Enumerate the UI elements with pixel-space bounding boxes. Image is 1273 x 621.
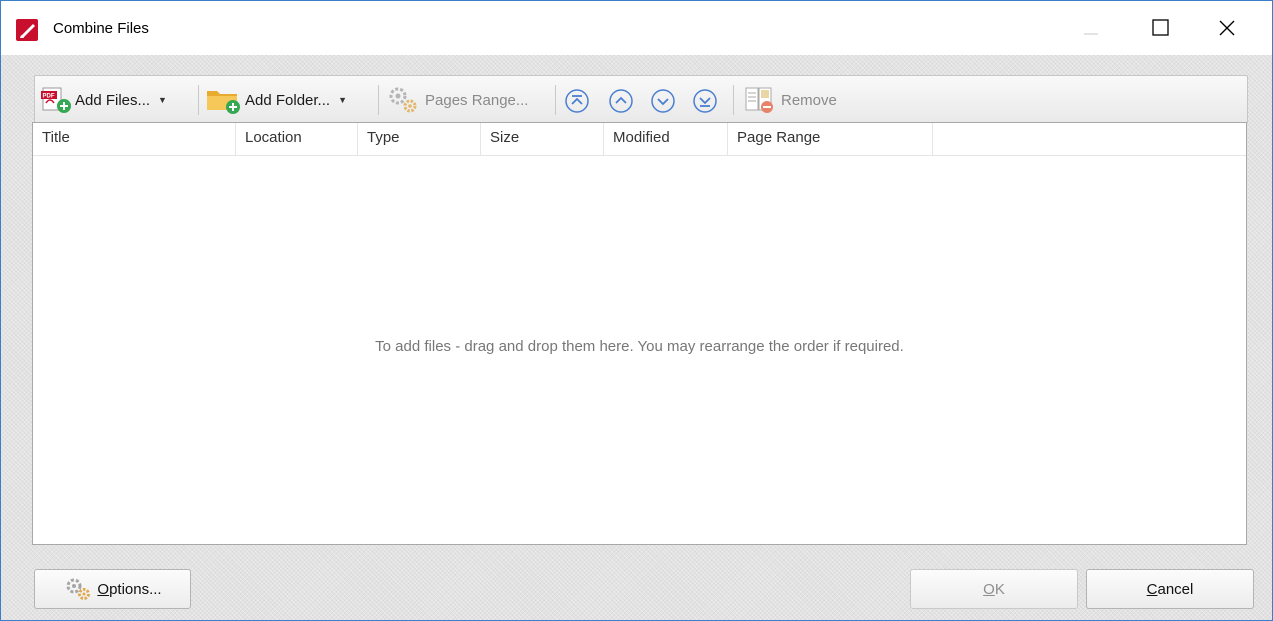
cancel-button[interactable]: Cancel <box>1086 569 1254 609</box>
move-to-bottom-icon[interactable] <box>692 88 718 114</box>
combine-files-dialog: Combine Files PDF Add Files... ▼ Add Fol… <box>0 0 1273 621</box>
column-header-title[interactable]: Title <box>33 123 236 155</box>
column-header-row: Title Location Type Size Modified Page R… <box>33 123 1246 156</box>
add-files-dropdown-arrow-icon[interactable]: ▼ <box>158 95 167 105</box>
toolbar-separator <box>733 85 734 115</box>
add-files-label: Add Files... <box>75 91 151 109</box>
gears-icon <box>389 87 417 113</box>
toolbar-separator <box>555 85 556 115</box>
column-header-size[interactable]: Size <box>481 123 604 155</box>
add-folder-button[interactable]: Add Folder... ▼ <box>205 86 347 114</box>
add-folder-icon <box>207 91 240 114</box>
column-header-location[interactable]: Location <box>236 123 358 155</box>
maximize-icon[interactable] <box>1130 1 1190 55</box>
window-title: Combine Files <box>53 20 149 37</box>
toolbar-separator <box>378 85 379 115</box>
pdf-editor-app-icon <box>16 19 38 41</box>
move-down-icon[interactable] <box>650 88 676 114</box>
pages-range-label: Pages Range... <box>425 91 529 109</box>
column-header-modified[interactable]: Modified <box>604 123 728 155</box>
file-list[interactable]: Title Location Type Size Modified Page R… <box>32 122 1247 545</box>
column-header-page-range[interactable]: Page Range <box>728 123 933 155</box>
add-folder-dropdown-arrow-icon[interactable]: ▼ <box>338 95 347 105</box>
options-label: Options... <box>97 580 162 598</box>
remove-button[interactable]: Remove <box>741 86 837 114</box>
toolbar: PDF Add Files... ▼ Add Folder... ▼ Pages… <box>34 75 1248 123</box>
close-icon[interactable] <box>1197 1 1257 55</box>
remove-label: Remove <box>781 91 837 109</box>
ok-button[interactable]: OK <box>910 569 1078 609</box>
remove-list-item-icon <box>745 87 773 113</box>
add-files-button[interactable]: PDF Add Files... ▼ <box>39 86 167 114</box>
cancel-label: Cancel <box>1146 580 1194 598</box>
options-button[interactable]: Options... <box>34 569 191 609</box>
add-folder-label: Add Folder... <box>245 91 331 109</box>
title-bar: Combine Files <box>1 1 1272 55</box>
add-pdf-file-icon: PDF <box>41 87 71 113</box>
gears-icon <box>66 578 91 600</box>
minimize-icon[interactable] <box>1061 1 1121 55</box>
dialog-body: PDF Add Files... ▼ Add Folder... ▼ Pages… <box>1 55 1272 620</box>
move-up-icon[interactable] <box>608 88 634 114</box>
ok-label: OK <box>983 580 1005 598</box>
toolbar-separator <box>198 85 199 115</box>
column-header-type[interactable]: Type <box>358 123 481 155</box>
empty-list-message: To add files - drag and drop them here. … <box>375 338 904 355</box>
pages-range-button[interactable]: Pages Range... <box>385 86 528 114</box>
move-to-top-icon[interactable] <box>564 88 590 114</box>
svg-text:PDF: PDF <box>43 94 55 100</box>
